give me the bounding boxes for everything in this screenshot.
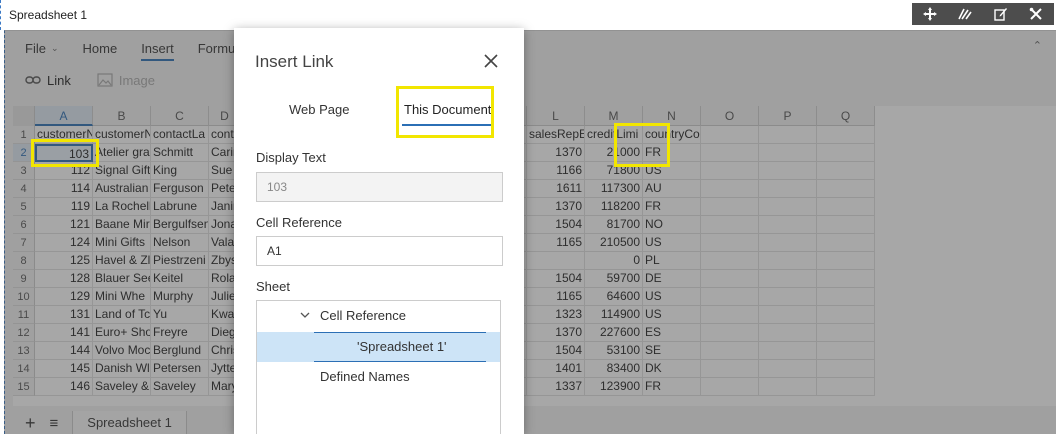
tab-web-page[interactable]: Web Page [289, 102, 349, 117]
dialog-title: Insert Link [255, 52, 334, 71]
tools-icon[interactable] [1022, 3, 1050, 25]
tree-item-spreadsheet-1[interactable]: 'Spreadsheet 1' [257, 332, 500, 362]
move-icon[interactable] [916, 3, 944, 25]
cell-reference-label: Cell Reference [256, 215, 342, 230]
window-titlebar: Spreadsheet 1 [0, 0, 1056, 30]
draw-icon[interactable] [951, 3, 979, 25]
window-title: Spreadsheet 1 [9, 8, 88, 22]
display-text-label: Display Text [256, 150, 326, 165]
display-text-field[interactable]: 103 [256, 172, 503, 202]
active-tab-indicator [402, 124, 492, 126]
tree-group-cell-reference[interactable]: Cell Reference [257, 301, 500, 331]
close-icon[interactable] [482, 52, 500, 70]
sheet-label: Sheet [256, 279, 290, 294]
sheet-tree: Cell Reference 'Spreadsheet 1' Defined N… [256, 300, 501, 434]
edit-icon[interactable] [987, 3, 1015, 25]
cell-reference-field[interactable]: A1 [256, 236, 503, 266]
modal-overlay [4, 30, 1056, 434]
tree-group-defined-names[interactable]: Defined Names [257, 362, 500, 392]
tab-this-document[interactable]: This Document [404, 102, 491, 117]
insert-link-dialog: Insert Link Web Page This Document Displ… [234, 28, 524, 434]
window-tools [912, 3, 1054, 25]
